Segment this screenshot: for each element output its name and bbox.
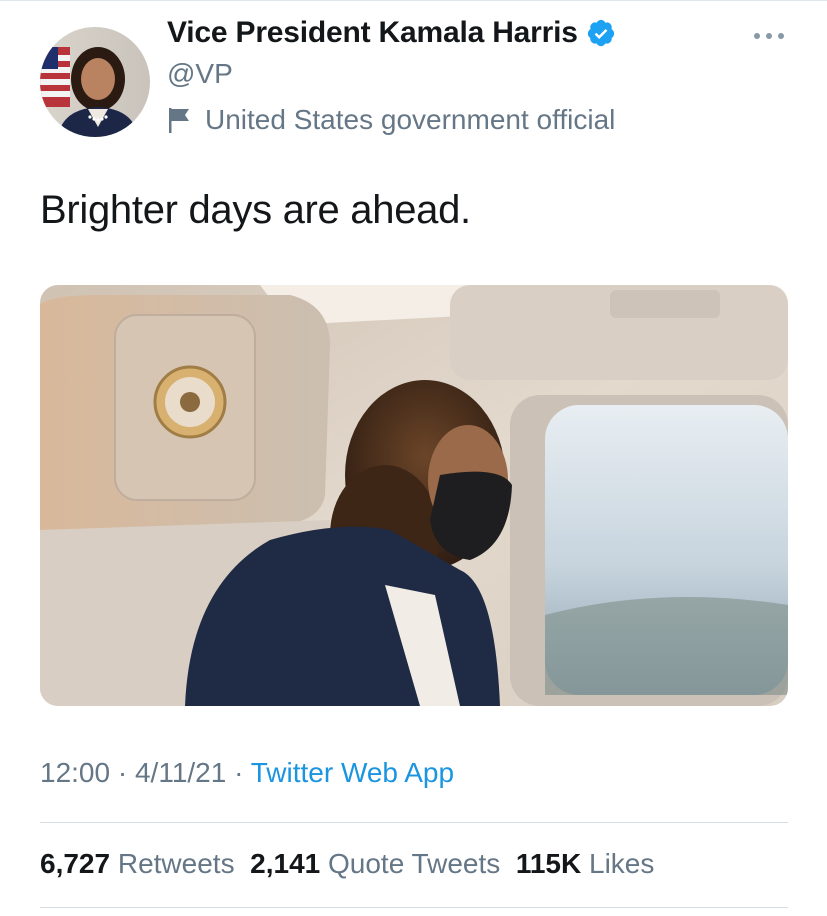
handle[interactable]: @VP [167, 58, 233, 90]
profile-photo [40, 27, 150, 137]
tweet-source-link[interactable]: Twitter Web App [251, 757, 454, 788]
display-name-text: Vice President Kamala Harris [167, 16, 578, 49]
photo [40, 285, 788, 706]
tweet-time[interactable]: 12:00 [40, 757, 110, 788]
likes-label: Likes [589, 848, 655, 879]
government-label: United States government official [167, 104, 615, 136]
meta-separator: · [234, 757, 244, 788]
flag-icon [169, 108, 189, 133]
government-label-text: United States government official [205, 104, 616, 135]
tweet-date[interactable]: 4/11/21 [135, 757, 226, 788]
retweets-count: 6,727 [40, 848, 111, 879]
tweet-photo[interactable] [40, 285, 788, 706]
avatar[interactable] [40, 27, 150, 137]
likes-stat[interactable]: 115K Likes [516, 848, 655, 879]
display-name[interactable]: Vice President Kamala Harris [167, 16, 616, 50]
tweet-stats: 6,727 Retweets 2,141 Quote Tweets 115K L… [40, 848, 654, 880]
tweet-meta: 12:00 · 4/11/21 · Twitter Web App [40, 757, 454, 789]
retweets-label: Retweets [117, 848, 235, 879]
divider [40, 907, 788, 908]
quote-tweets-count: 2,141 [250, 848, 321, 879]
retweets-stat[interactable]: 6,727 Retweets [40, 848, 235, 879]
meta-separator: · [117, 757, 128, 788]
top-divider [0, 0, 827, 1]
more-options-icon[interactable] [751, 30, 787, 42]
quote-tweets-stat[interactable]: 2,141 Quote Tweets [250, 848, 500, 879]
divider [40, 822, 788, 823]
tweet-text: Brighter days are ahead. [40, 188, 471, 232]
quote-tweets-label: Quote Tweets [328, 848, 501, 879]
likes-count: 115K [515, 848, 582, 879]
verified-badge-icon [587, 19, 614, 47]
